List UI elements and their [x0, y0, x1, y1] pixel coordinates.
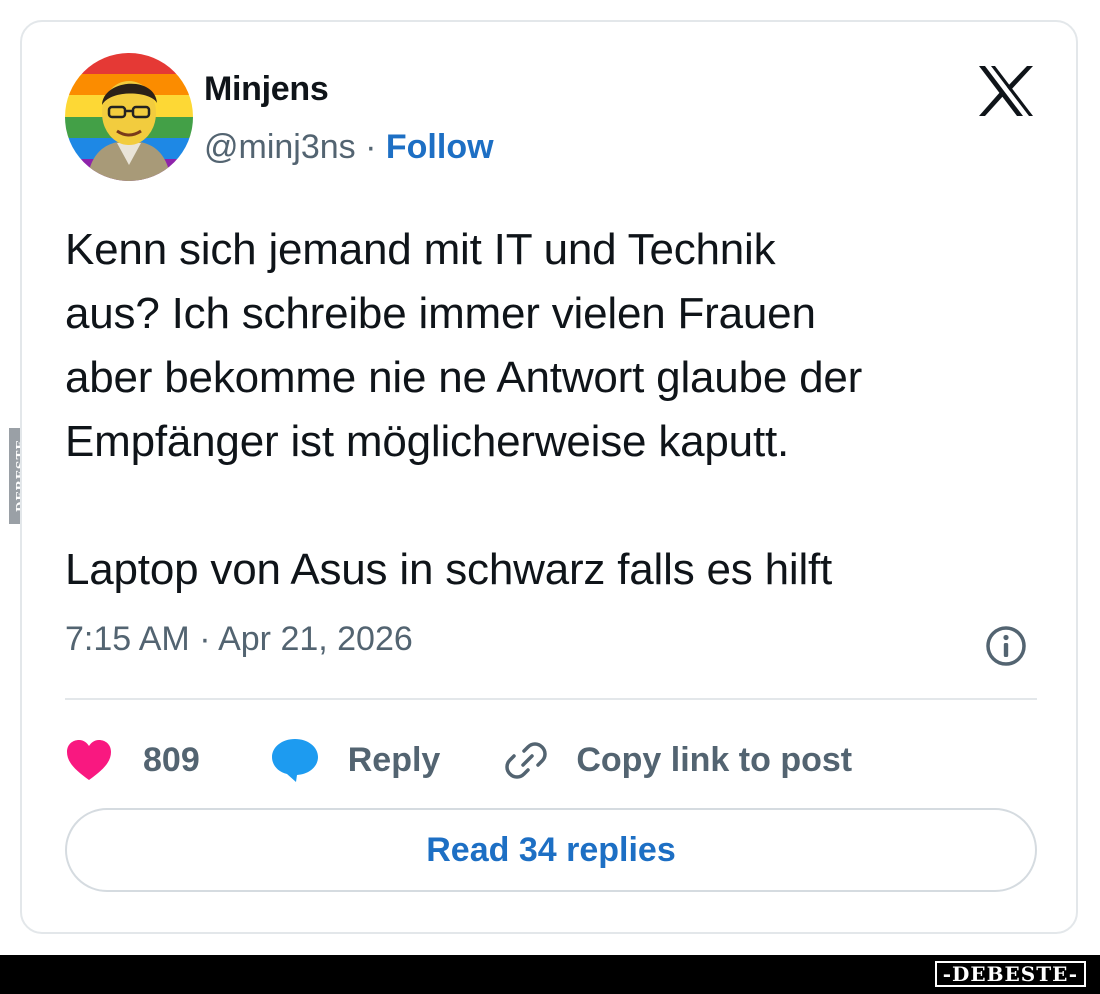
author-handle-row: @minj3ns · Follow: [204, 128, 494, 167]
follow-button[interactable]: Follow: [386, 128, 494, 166]
page: DEBESTE Minjens @minj3ns: [0, 0, 1100, 994]
handle-separator: ·: [355, 128, 386, 166]
bottom-watermark-bar: -DEBESTE-: [0, 955, 1100, 994]
reply-button[interactable]: Reply: [270, 737, 441, 783]
like-count: 809: [143, 740, 200, 779]
reply-bubble-icon: [270, 737, 320, 783]
info-icon[interactable]: [984, 624, 1028, 668]
tweet-card: Minjens @minj3ns · Follow Kenn sich jema…: [20, 20, 1078, 934]
action-bar: 809 Reply Copy link to post: [65, 728, 852, 792]
divider: [65, 698, 1037, 700]
author-handle[interactable]: @minj3ns: [204, 128, 356, 166]
tweet-timestamp[interactable]: 7:15 AM · Apr 21, 2026: [65, 620, 413, 659]
like-button[interactable]: 809: [65, 738, 200, 782]
x-logo-icon[interactable]: [977, 64, 1035, 118]
copy-link-button[interactable]: Copy link to post: [502, 738, 852, 782]
read-replies-button[interactable]: Read 34 replies: [65, 808, 1037, 892]
copy-link-label: Copy link to post: [576, 740, 853, 779]
brand-watermark: -DEBESTE-: [934, 961, 1086, 987]
tweet-text: Kenn sich jemand mit IT und Technik aus?…: [65, 225, 863, 594]
reply-label: Reply: [347, 740, 441, 779]
avatar[interactable]: [65, 53, 193, 181]
read-replies-label: Read 34 replies: [426, 830, 676, 869]
heart-icon: [65, 738, 113, 782]
profile-avatar-icon: [65, 53, 193, 181]
brand-watermark-text: -DEBESTE-: [942, 962, 1078, 986]
author-display-name[interactable]: Minjens: [204, 70, 329, 109]
link-icon: [502, 738, 550, 782]
